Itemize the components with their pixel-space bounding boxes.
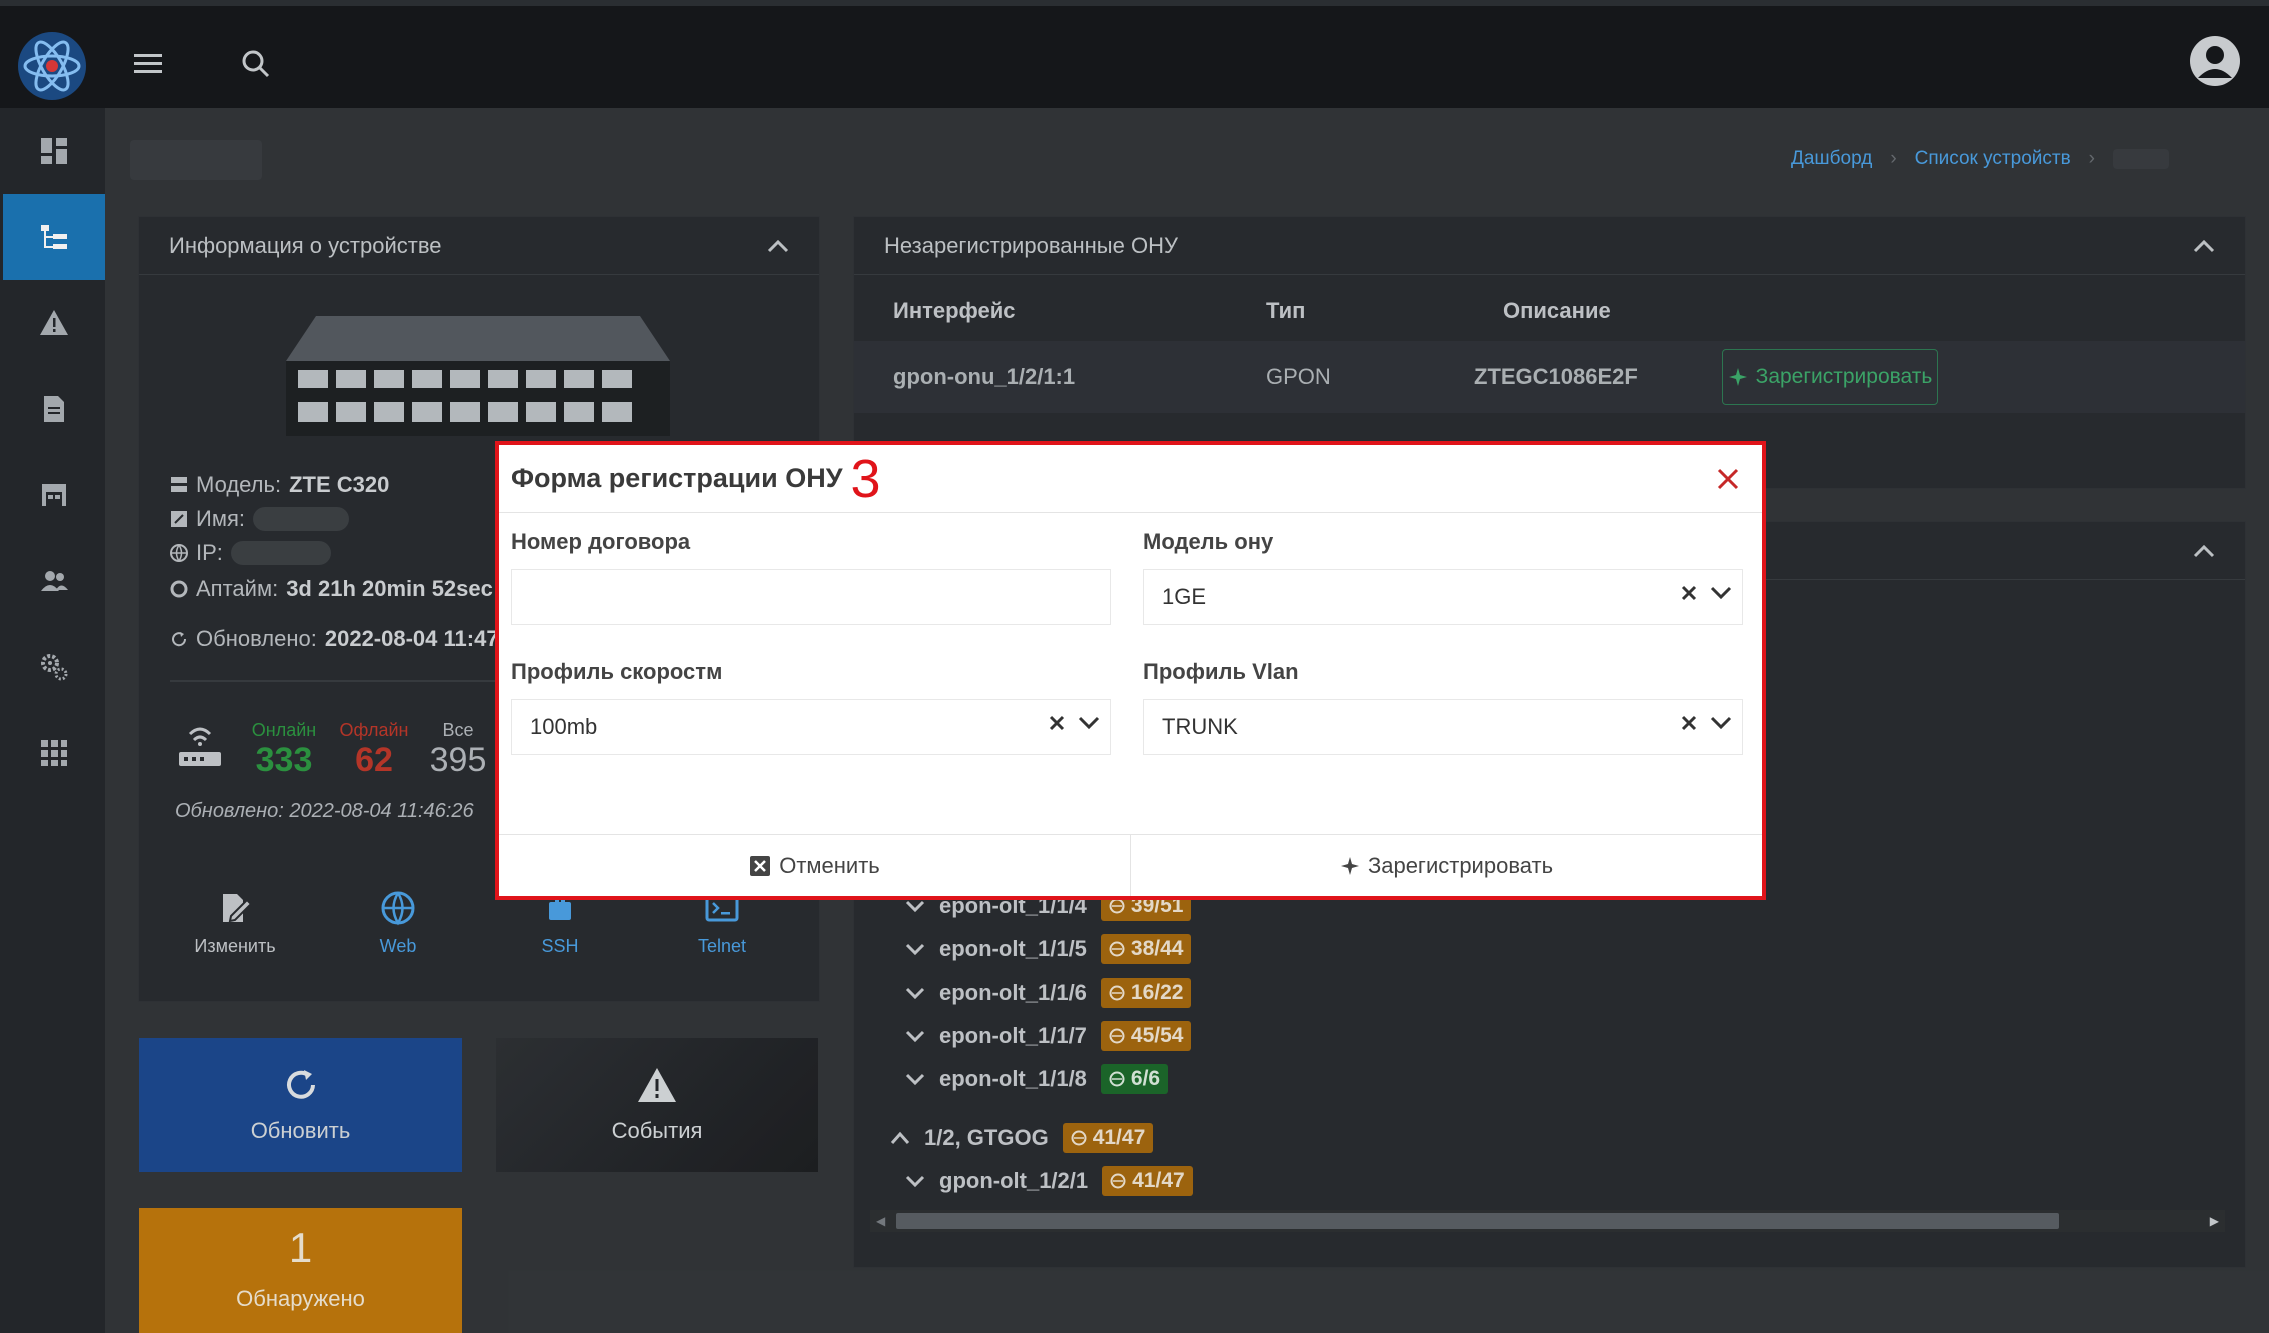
- modal-title: Форма регистрации ОНУ: [511, 463, 843, 493]
- cancel-button[interactable]: Отменить: [499, 835, 1130, 896]
- chevron-down-icon[interactable]: [1078, 715, 1100, 731]
- clear-icon[interactable]: [1048, 714, 1066, 732]
- vlan-profile-select[interactable]: TRUNK: [1143, 699, 1743, 755]
- chevron-down-icon[interactable]: [1710, 715, 1732, 731]
- onu-model-select[interactable]: 1GE: [1143, 569, 1743, 625]
- cancel-label: Отменить: [779, 852, 880, 878]
- speed-profile-label: Профиль скоростм: [511, 659, 723, 684]
- app: Дашборд › Список устройств › Информация …: [0, 0, 2269, 1333]
- onu-model-value: 1GE: [1162, 584, 1207, 609]
- onu-model-label: Модель ону: [1143, 529, 1274, 554]
- speed-profile-value: 100mb: [530, 714, 598, 739]
- contract-number-input[interactable]: [511, 569, 1111, 625]
- vlan-profile-label: Профиль Vlan: [1143, 659, 1299, 684]
- close-square-icon: [750, 855, 771, 876]
- annotation-number: 3: [850, 448, 881, 509]
- modal-footer: Отменить Зарегистрировать: [499, 834, 1762, 896]
- vlan-profile-value: TRUNK: [1162, 714, 1238, 739]
- clear-icon[interactable]: [1680, 584, 1698, 602]
- sparkle-icon: [1340, 856, 1359, 875]
- onu-registration-modal: Форма регистрации ОНУ 3 Номер договора М…: [495, 441, 1766, 900]
- clear-icon[interactable]: [1680, 714, 1698, 732]
- submit-register-label: Зарегистрировать: [1367, 852, 1554, 878]
- contract-number-label: Номер договора: [511, 529, 691, 554]
- speed-profile-select[interactable]: 100mb: [511, 699, 1111, 755]
- modal-header: Форма регистрации ОНУ 3: [499, 445, 1762, 513]
- close-icon[interactable]: [1716, 467, 1740, 491]
- submit-register-button[interactable]: Зарегистрировать: [1130, 835, 1762, 896]
- chevron-down-icon[interactable]: [1710, 585, 1732, 601]
